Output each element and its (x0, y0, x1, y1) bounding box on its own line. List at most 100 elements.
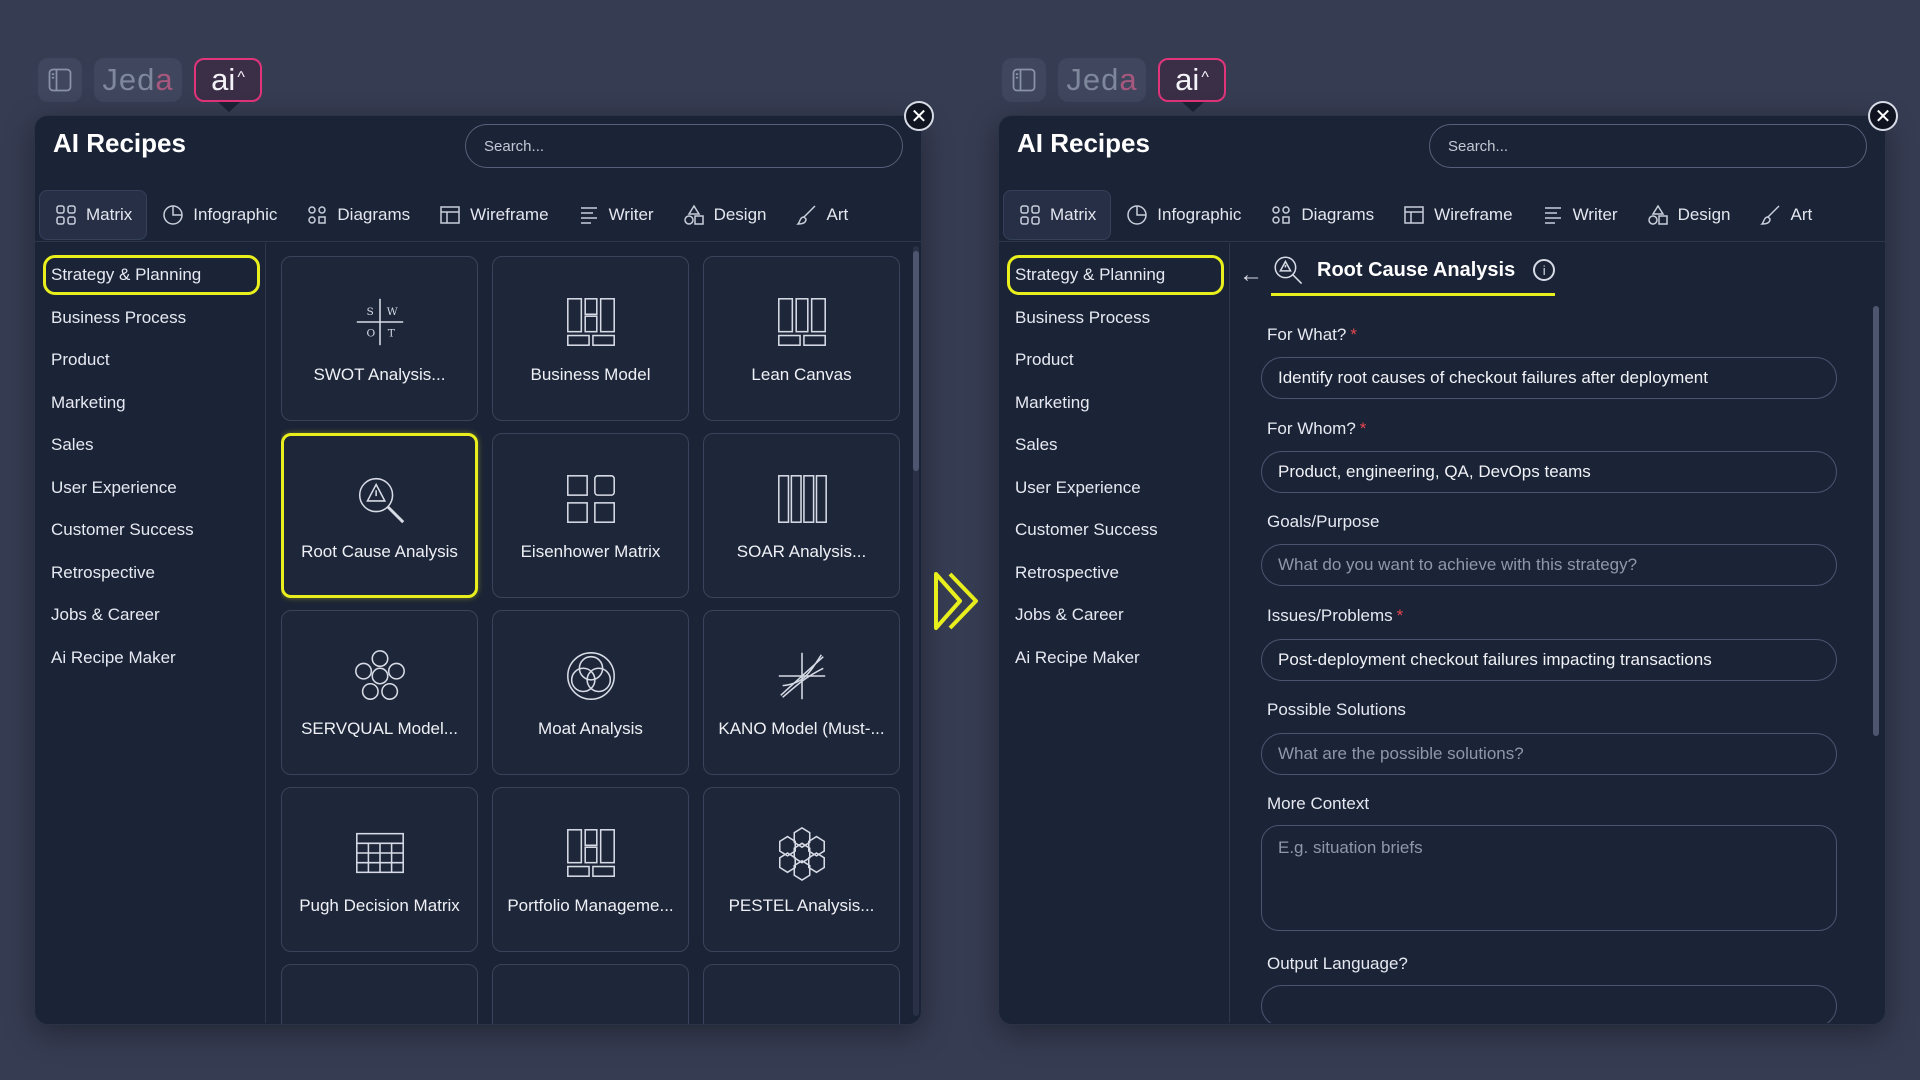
recipe-title: Root Cause Analysis (1317, 258, 1516, 281)
search-input[interactable] (465, 124, 903, 168)
field-label-text: For Whom? (1267, 419, 1356, 438)
recipe-card[interactable]: Lean Canvas (703, 256, 900, 421)
category-item[interactable]: User Experience (1007, 468, 1224, 508)
category-item[interactable]: Business Process (43, 298, 260, 338)
field-label: Goals/Purpose (1267, 512, 1379, 532)
field-label: For What? * (1267, 325, 1357, 345)
brand-main: Jed (102, 62, 156, 97)
category-item[interactable]: Sales (43, 425, 260, 465)
category-item[interactable]: Strategy & Planning (1007, 255, 1224, 295)
category-item[interactable]: Jobs & Career (1007, 595, 1224, 635)
tab-label: Infographic (1157, 204, 1242, 224)
jeda-logo[interactable]: Jed a (94, 58, 182, 102)
back-arrow-icon[interactable]: ← (1239, 261, 1263, 289)
tab-writer[interactable]: Writer (1527, 190, 1632, 240)
tab-diagrams[interactable]: Diagrams (291, 190, 424, 240)
category-list: Strategy & Planning Business Process Produ… (999, 243, 1230, 1023)
ai-label: ai (1175, 62, 1200, 97)
lean-canvas-icon (777, 297, 826, 346)
recipe-card-label: Moat Analysis (538, 718, 643, 738)
panel-title: AI Recipes (1017, 128, 1150, 158)
category-item[interactable]: Retrospective (1007, 553, 1224, 593)
recipe-card-label: Business Model (530, 364, 651, 384)
sidebar-toggle-button[interactable] (38, 58, 82, 102)
recipe-card-label: SERVQUAL Model... (301, 718, 458, 738)
field-label-text: Issues/Problems (1267, 606, 1393, 625)
category-item[interactable]: Product (43, 340, 260, 380)
recipe-card[interactable]: Eisenhower Matrix (492, 433, 689, 598)
form-input[interactable]: What are the possible solutions? (1261, 733, 1837, 775)
recipe-card-label: Portfolio Manageme... (507, 895, 674, 915)
recipe-card[interactable]: S W O T SWOT Analysis... (281, 256, 478, 421)
required-marker: * (1396, 606, 1404, 625)
info-icon[interactable]: i (1533, 259, 1556, 281)
category-item[interactable]: Sales (1007, 425, 1224, 465)
recipe-card-label: Lean Canvas (751, 364, 852, 384)
tab-diagrams[interactable]: Diagrams (1255, 190, 1388, 240)
category-item[interactable]: Retrospective (43, 553, 260, 593)
category-item[interactable]: Product (1007, 340, 1224, 380)
tab-label: Wireframe (470, 204, 549, 224)
pie-chart-icon (1127, 204, 1148, 225)
tab-art[interactable]: Art (1745, 190, 1827, 240)
tab-writer[interactable]: Writer (563, 190, 668, 240)
category-item[interactable]: Customer Success (1007, 510, 1224, 550)
category-item[interactable]: Marketing (43, 383, 260, 423)
tab-label: Art (826, 204, 849, 224)
tab-infographic[interactable]: Infographic (147, 190, 291, 240)
form-input[interactable]: Post-deployment checkout failures impact… (1261, 639, 1837, 681)
tab-label: Art (1790, 204, 1813, 224)
tab-art[interactable]: Art (781, 190, 863, 240)
scrollbar-thumb[interactable] (1873, 306, 1879, 736)
tab-matrix[interactable]: Matrix (1003, 189, 1112, 240)
ai-button[interactable]: ai ^ (194, 58, 262, 112)
tab-label: Diagrams (1301, 204, 1375, 224)
recipe-card[interactable]: PESTEL Analysis... (703, 787, 900, 952)
category-item[interactable]: Ai Recipe Maker (43, 638, 260, 678)
required-marker: * (1359, 419, 1367, 438)
recipe-card[interactable]: KANO Model (Must-... (703, 610, 900, 775)
category-item[interactable]: Marketing (1007, 383, 1224, 423)
close-button-left[interactable]: ✕ (904, 101, 934, 131)
recipe-card[interactable] (703, 964, 900, 1024)
tab-label: Writer (1572, 204, 1618, 224)
chevron-up-icon: ^ (1201, 69, 1209, 86)
category-item[interactable]: User Experience (43, 468, 260, 508)
tab-matrix[interactable]: Matrix (39, 189, 148, 240)
form-input[interactable]: What do you want to achieve with this st… (1261, 544, 1837, 586)
tab-wireframe[interactable]: Wireframe (424, 190, 562, 240)
recipe-card[interactable]: Portfolio Manageme... (492, 787, 689, 952)
tab-design[interactable]: Design (668, 190, 781, 240)
language-select[interactable] (1261, 985, 1837, 1023)
jeda-logo[interactable]: Jed a (1058, 58, 1146, 102)
category-item[interactable]: Strategy & Planning (43, 255, 260, 295)
recipe-card[interactable] (492, 964, 689, 1024)
context-textarea[interactable]: E.g. situation briefs (1261, 825, 1837, 931)
recipe-card[interactable]: Business Model (492, 256, 689, 421)
category-item[interactable]: Ai Recipe Maker (1007, 638, 1224, 678)
recipe-card[interactable]: Root Cause Analysis (281, 433, 478, 598)
recipe-card[interactable]: SOAR Analysis... (703, 433, 900, 598)
form-input[interactable]: Identify root causes of checkout failure… (1261, 357, 1837, 399)
category-item[interactable]: Jobs & Career (43, 595, 260, 635)
recipe-card[interactable]: Pugh Decision Matrix (281, 787, 478, 952)
category-item[interactable]: Customer Success (43, 510, 260, 550)
ai-recipes-panel-right: AI Recipes Matrix Infographic Diagrams Wire… (998, 115, 1886, 1025)
close-button-right[interactable]: ✕ (1868, 101, 1898, 131)
recipe-card[interactable] (281, 964, 478, 1024)
tab-infographic[interactable]: Infographic (1111, 190, 1255, 240)
form-input[interactable]: Product, engineering, QA, DevOps teams (1261, 451, 1837, 493)
ai-button[interactable]: ai ^ (1158, 58, 1226, 112)
tab-wireframe[interactable]: Wireframe (1388, 190, 1526, 240)
recipe-card[interactable]: SERVQUAL Model... (281, 610, 478, 775)
sidebar-toggle-button[interactable] (1002, 58, 1046, 102)
business-model-icon (566, 297, 615, 346)
ai-label: ai (211, 62, 236, 97)
recipe-card[interactable]: Moat Analysis (492, 610, 689, 775)
category-item[interactable]: Business Process (1007, 298, 1224, 338)
search-input[interactable] (1429, 124, 1867, 168)
tab-design[interactable]: Design (1632, 190, 1745, 240)
tab-label: Wireframe (1434, 204, 1513, 224)
wireframe-icon (1404, 205, 1424, 224)
scrollbar-thumb[interactable] (913, 251, 919, 471)
